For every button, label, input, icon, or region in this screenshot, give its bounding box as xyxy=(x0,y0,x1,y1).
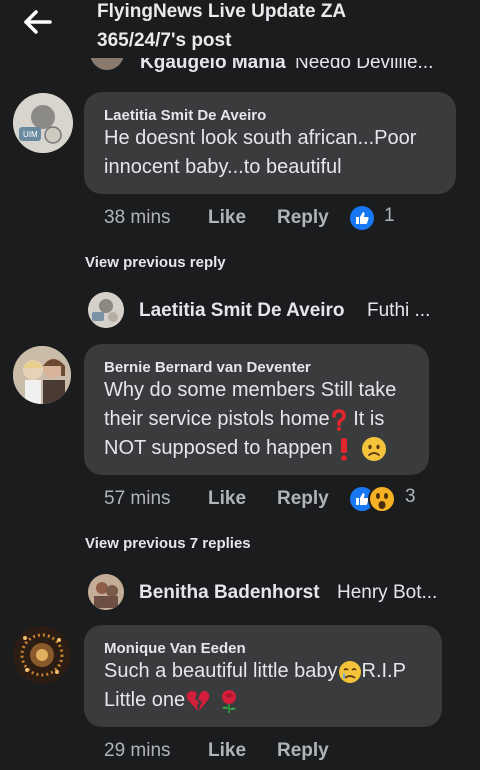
like-button[interactable]: Like xyxy=(208,488,246,510)
comment-text-line: Such a beautiful little baby R.I.P xyxy=(104,657,406,686)
confused-face-icon xyxy=(361,436,386,461)
view-previous-replies-link[interactable]: View previous reply xyxy=(85,254,226,271)
reply-button[interactable]: Reply xyxy=(277,488,329,510)
reply-preview-row[interactable]: Benitha Badenhorst Henry Bot... xyxy=(88,572,468,612)
wow-reaction-icon xyxy=(368,485,396,513)
comment-bubble[interactable]: Bernie Bernard van Deventer Why do some … xyxy=(84,344,429,475)
avatar[interactable] xyxy=(13,346,71,404)
svg-text:UIM: UIM xyxy=(23,130,38,139)
back-button[interactable] xyxy=(18,8,58,36)
profile-photo-icon: UIM xyxy=(13,93,73,153)
like-button[interactable]: Like xyxy=(208,207,246,229)
text-segment: Little one xyxy=(104,689,186,711)
crying-face-icon xyxy=(338,660,361,683)
comment-bubble[interactable]: Monique Van Eeden Such a beautiful littl… xyxy=(84,625,442,727)
comment-author[interactable]: Monique Van Eeden xyxy=(104,640,246,657)
avatar xyxy=(88,292,124,328)
comment-text-line: innocent baby...to beautiful xyxy=(104,156,342,178)
comment-text-line: their service pistols home It is xyxy=(104,405,396,434)
reply-preview-row[interactable]: Laetitia Smit De Aveiro Futhi ... xyxy=(88,290,468,330)
app-header: FlyingNews Live Update ZA 365/24/7's pos… xyxy=(0,0,480,58)
reaction-summary[interactable]: 3 xyxy=(348,485,420,513)
reaction-count: 1 xyxy=(384,205,395,226)
comment-text-line: Little one xyxy=(104,686,406,715)
profile-photo-icon xyxy=(13,346,71,404)
reply-button[interactable]: Reply xyxy=(277,207,329,229)
reply-author-name: Laetitia Smit De Aveiro xyxy=(139,300,345,321)
comment-text: Why do some members Still take their ser… xyxy=(104,376,396,463)
comment-bubble[interactable]: Laetitia Smit De Aveiro He doesnt look s… xyxy=(84,92,456,194)
rose-icon xyxy=(222,689,237,713)
avatar xyxy=(88,574,124,610)
avatar[interactable] xyxy=(13,626,71,684)
title-line-2: 365/24/7's post xyxy=(97,30,232,51)
reply-author-name: Benitha Badenhorst xyxy=(139,582,320,603)
title-line-1: FlyingNews Live Update ZA xyxy=(97,1,347,22)
profile-photo-icon xyxy=(88,574,124,610)
avatar[interactable]: UIM xyxy=(13,93,73,153)
broken-heart-icon xyxy=(186,690,210,711)
view-previous-replies-link[interactable]: View previous 7 replies xyxy=(85,535,251,552)
comment-text-line: NOT supposed to happen xyxy=(104,434,396,463)
text-segment: It is xyxy=(347,408,385,430)
like-reaction-icon xyxy=(348,204,376,232)
reaction-count: 3 xyxy=(405,486,416,507)
comment-text: He doesnt look south african...Poor inno… xyxy=(104,124,416,182)
text-segment: Such a beautiful little baby xyxy=(104,660,338,682)
reply-preview-text: Futhi ... xyxy=(367,300,431,321)
text-segment: R.I.P xyxy=(361,660,406,682)
back-arrow-icon xyxy=(24,10,52,34)
comment-text-line: He doesnt look south african...Poor xyxy=(104,127,417,149)
comment-author[interactable]: Bernie Bernard van Deventer xyxy=(104,359,311,376)
question-mark-icon xyxy=(331,408,346,431)
reaction-summary[interactable]: 1 xyxy=(348,204,398,232)
profile-photo-icon xyxy=(13,626,71,684)
page-title: FlyingNews Live Update ZA 365/24/7's pos… xyxy=(97,0,346,55)
comment-text: Such a beautiful little baby R.I.P Littl… xyxy=(104,657,406,715)
reply-button[interactable]: Reply xyxy=(277,740,329,762)
text-segment: NOT supposed to happen xyxy=(104,437,333,459)
comment-timestamp: 38 mins xyxy=(104,207,171,228)
comment-timestamp: 29 mins xyxy=(104,740,171,761)
comment-author[interactable]: Laetitia Smit De Aveiro xyxy=(104,107,266,124)
comment-text-line: Why do some members Still take xyxy=(104,379,397,401)
profile-photo-icon xyxy=(88,292,124,328)
exclamation-icon xyxy=(340,437,347,461)
like-button[interactable]: Like xyxy=(208,740,246,762)
comment-timestamp: 57 mins xyxy=(104,488,171,509)
reply-preview-text: Henry Bot... xyxy=(337,582,438,603)
text-segment: their service pistols home xyxy=(104,408,330,430)
